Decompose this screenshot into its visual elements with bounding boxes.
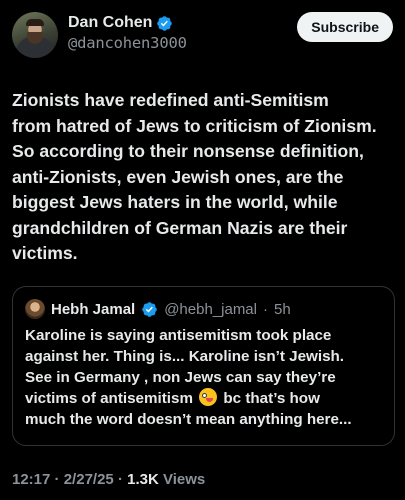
author-avatar[interactable]	[12, 12, 58, 58]
display-name-row: Dan Cohen	[68, 14, 187, 32]
verified-badge-icon	[157, 15, 173, 31]
subscribe-button[interactable]: Subscribe	[297, 12, 393, 42]
zany-face-emoji-icon	[199, 388, 218, 406]
author-handle[interactable]: @dancohen3000	[68, 34, 187, 52]
tweet-text: Zionists have redefined anti-Semitism fr…	[12, 90, 377, 263]
avatar-hair	[26, 19, 44, 26]
quote-separator: ·	[263, 300, 268, 318]
meta-separator-2: ·	[117, 471, 123, 488]
tweet-date[interactable]: 2/27/25	[64, 471, 114, 488]
quote-author-avatar[interactable]	[25, 299, 45, 319]
quote-text: Karoline is saying antisemitism took pla…	[25, 325, 382, 430]
quote-time[interactable]: 5h	[274, 301, 291, 318]
author-names[interactable]: Dan Cohen @dancohen3000	[68, 14, 187, 52]
quote-author-handle[interactable]: @hebh_jamal	[164, 301, 257, 318]
quote-verified-badge-icon	[142, 301, 157, 317]
tweet-meta: 12:17 · 2/27/25 · 1.3K Views	[12, 471, 205, 488]
meta-separator-1: ·	[54, 471, 60, 488]
quote-author-name[interactable]: Hebh Jamal	[51, 301, 135, 318]
avatar-beard	[27, 32, 43, 44]
author-display-name[interactable]: Dan Cohen	[68, 14, 152, 32]
tweet-time[interactable]: 12:17	[12, 471, 50, 488]
quoted-tweet[interactable]: Hebh Jamal @hebh_jamal · 5h Karoline is …	[12, 286, 395, 446]
quote-header: Hebh Jamal @hebh_jamal · 5h	[25, 299, 382, 319]
views-count[interactable]: 1.3K	[127, 471, 159, 488]
views-label: Views	[162, 471, 206, 488]
tweet-header: Dan Cohen @dancohen3000 Subscribe	[12, 10, 393, 64]
